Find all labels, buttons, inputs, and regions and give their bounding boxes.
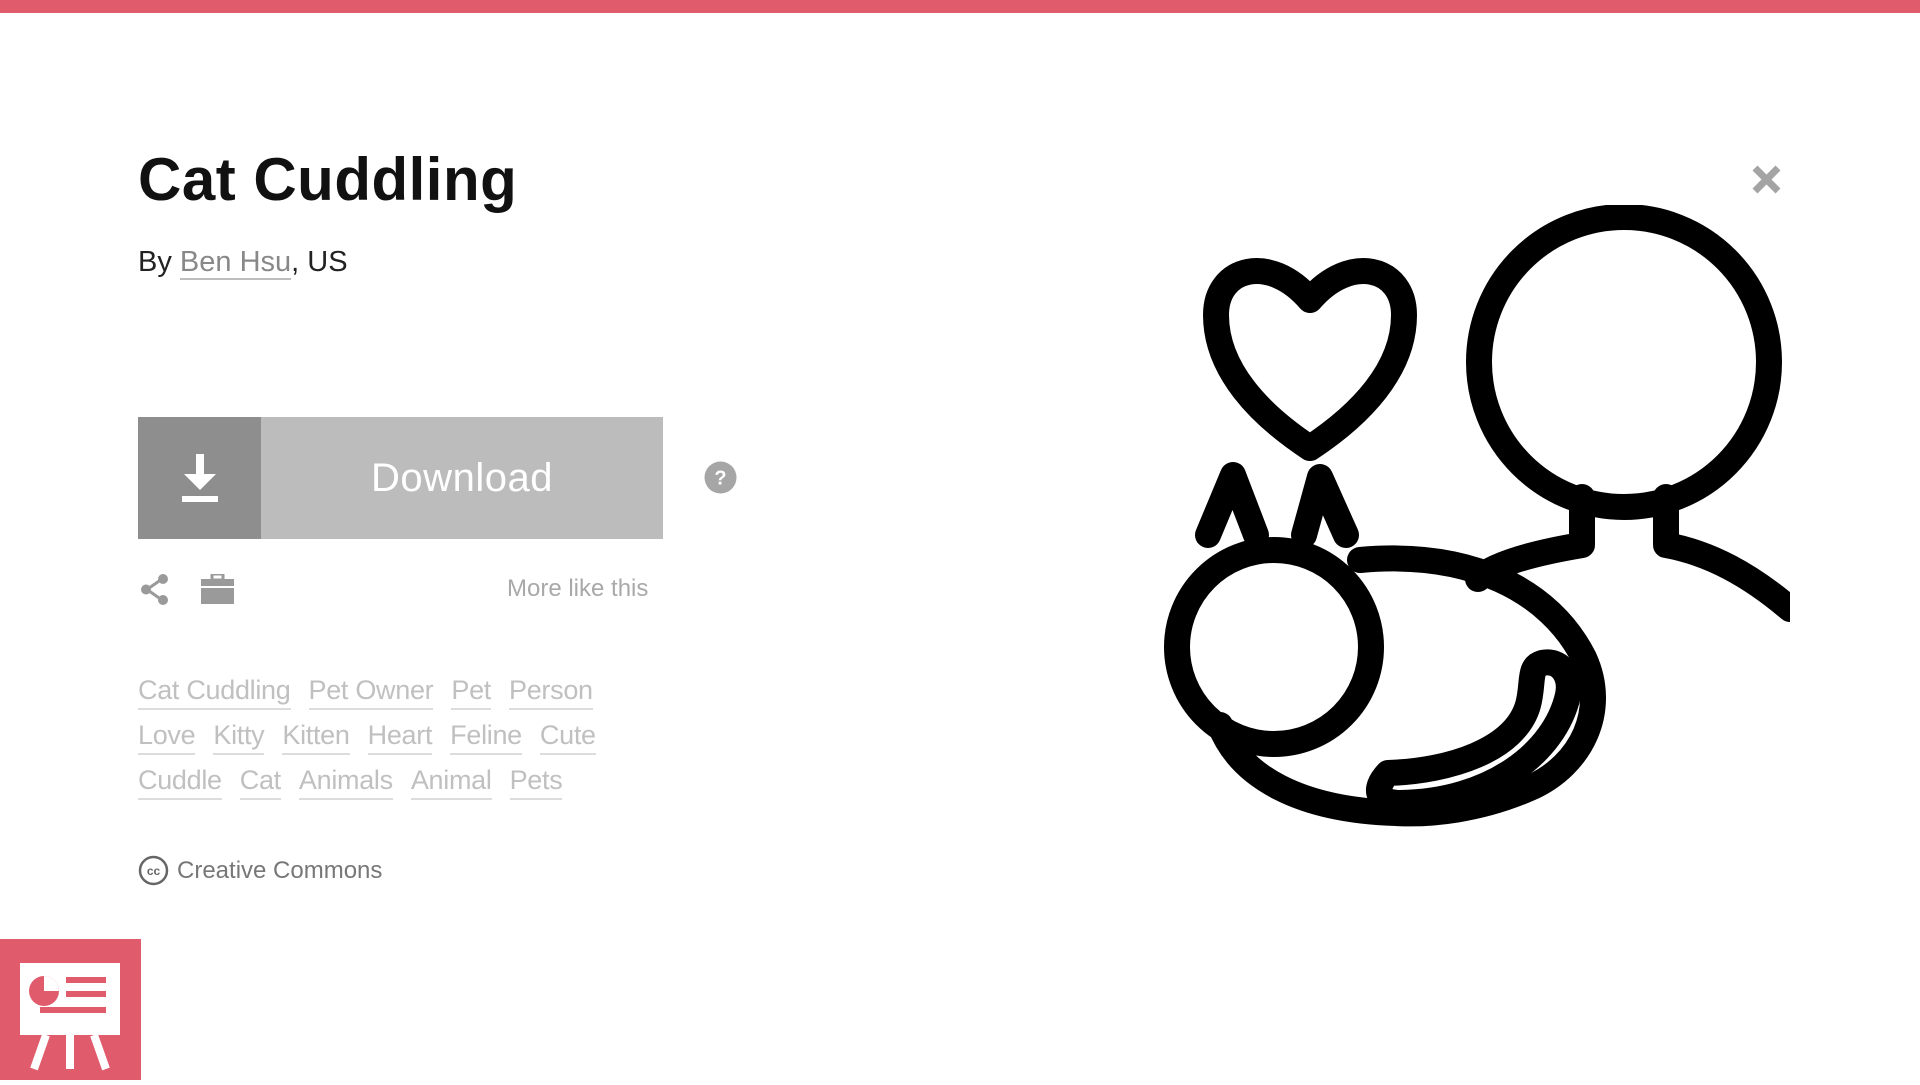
tag-link[interactable]: Cuddle <box>138 763 222 800</box>
tag-link[interactable]: Person <box>509 673 593 710</box>
tag-link[interactable]: Cat <box>239 763 281 800</box>
author-location: , US <box>291 246 348 278</box>
presentation-board-icon <box>20 963 120 1071</box>
creative-commons-icon: cc <box>138 855 169 886</box>
license-info[interactable]: cc Creative Commons <box>138 855 382 886</box>
briefcase-icon[interactable] <box>201 574 234 604</box>
license-label: Creative Commons <box>177 856 383 884</box>
tag-link[interactable]: Cute <box>539 718 596 755</box>
icon-title: Cat Cuddling <box>138 146 518 213</box>
svg-text:?: ? <box>714 468 726 490</box>
question-circle-icon[interactable]: ? <box>704 461 737 494</box>
tag-link[interactable]: Kitty <box>213 718 265 755</box>
author-byline: By Ben Hsu, US <box>138 246 348 280</box>
tag-link[interactable]: Animals <box>298 763 393 800</box>
svg-text:cc: cc <box>147 864 161 878</box>
download-icon <box>181 454 218 502</box>
tag-link[interactable]: Pets <box>509 763 563 800</box>
tag-list: Cat Cuddling Pet Owner Pet Person Love K… <box>138 673 658 808</box>
top-accent-bar <box>0 0 1920 13</box>
cat-cuddling-icon <box>1164 205 1790 827</box>
tag-link[interactable]: Love <box>138 718 196 755</box>
tag-link[interactable]: Pet <box>451 673 491 710</box>
more-like-this-link[interactable]: More like this <box>507 575 648 603</box>
tag-link[interactable]: Kitten <box>282 718 350 755</box>
tag-row: Cat Cuddling Pet Owner Pet Person <box>138 673 658 718</box>
download-button[interactable]: Download <box>138 417 663 539</box>
close-icon[interactable] <box>1750 163 1783 196</box>
download-icon-box <box>138 417 261 539</box>
tag-link[interactable]: Cat Cuddling <box>138 673 291 710</box>
tag-link[interactable]: Animal <box>410 763 492 800</box>
tag-link[interactable]: Heart <box>367 718 432 755</box>
share-icon[interactable] <box>140 573 170 606</box>
tag-row: Cuddle Cat Animals Animal Pets <box>138 763 658 808</box>
by-prefix: By <box>138 246 172 278</box>
author-link[interactable]: Ben Hsu <box>179 246 292 280</box>
presentation-board-logo-icon[interactable] <box>0 939 141 1080</box>
tag-link[interactable]: Feline <box>450 718 522 755</box>
download-label: Download <box>371 455 553 500</box>
tag-row: Love Kitty Kitten Heart Feline Cute <box>138 718 658 763</box>
tag-link[interactable]: Pet Owner <box>308 673 434 710</box>
